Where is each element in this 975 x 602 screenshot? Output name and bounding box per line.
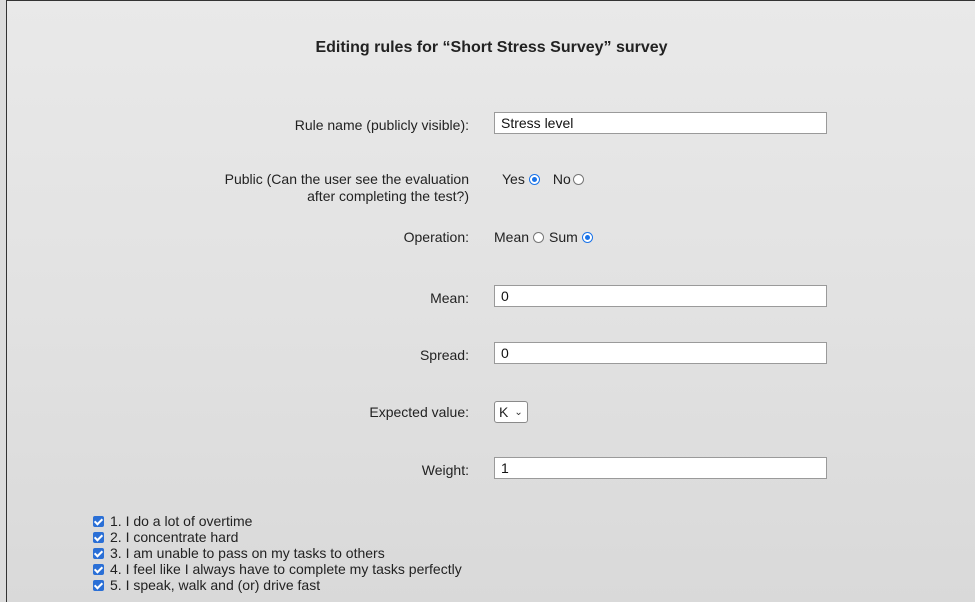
question-checkbox[interactable] [93,563,104,575]
public-yes-radio[interactable] [528,174,540,185]
operation-mean-label: Mean [494,229,530,245]
editor-panel: Editing rules for “Short Stress Survey” … [6,0,975,602]
public-no-label: No [552,171,571,187]
question-label: 2. I concentrate hard [110,528,239,545]
list-item[interactable]: 1. I do a lot of overtime [93,513,462,529]
expected-value-label: Expected value: [369,404,469,420]
mean-label: Mean: [430,290,469,306]
spread-input[interactable]: 0 [494,342,827,364]
question-checkbox[interactable] [93,531,104,543]
rule-name-input[interactable]: Stress level [494,112,827,134]
public-no-radio[interactable] [572,174,584,185]
public-label-line1: Public (Can the user see the evaluation [224,171,469,187]
question-checkbox[interactable] [93,579,104,591]
mean-input[interactable]: 0 [494,285,827,307]
question-label: 5. I speak, walk and (or) drive fast [110,576,321,593]
expected-value-selected: K [499,404,509,420]
weight-label: Weight: [421,462,469,478]
public-radio-group: Yes No [494,171,584,188]
operation-mean-radio[interactable] [533,232,545,243]
rule-name-label: Rule name (publicly visible): [294,117,469,133]
public-yes-label: Yes [502,171,525,187]
list-item[interactable]: 4. I feel like I always have to complete… [93,561,462,577]
operation-radio-group: Mean Sum [494,229,593,246]
public-label: Public (Can the user see the evaluation … [225,171,469,205]
question-label: 4. I feel like I always have to complete… [110,560,462,577]
spread-label: Spread: [419,347,469,363]
weight-input[interactable]: 1 [494,457,827,479]
question-checkbox[interactable] [93,547,104,559]
list-item[interactable]: 5. I speak, walk and (or) drive fast [93,577,462,593]
page-title: Editing rules for “Short Stress Survey” … [315,39,668,56]
operation-sum-label: Sum [549,229,578,245]
question-checkbox[interactable] [93,515,104,527]
list-item[interactable]: 2. I concentrate hard [93,529,462,545]
question-label: 1. I do a lot of overtime [110,512,253,529]
public-label-line2: after completing the test?) [307,188,469,204]
question-checklist: 1. I do a lot of overtime 2. I concentra… [93,513,462,593]
question-label: 3. I am unable to pass on my tasks to ot… [110,544,385,561]
list-item[interactable]: 3. I am unable to pass on my tasks to ot… [93,545,462,561]
operation-sum-radio[interactable] [581,232,593,243]
chevron-down-icon: ⌄ [514,406,523,418]
expected-value-select[interactable]: K ⌄ [494,401,528,423]
operation-label: Operation: [403,229,469,245]
